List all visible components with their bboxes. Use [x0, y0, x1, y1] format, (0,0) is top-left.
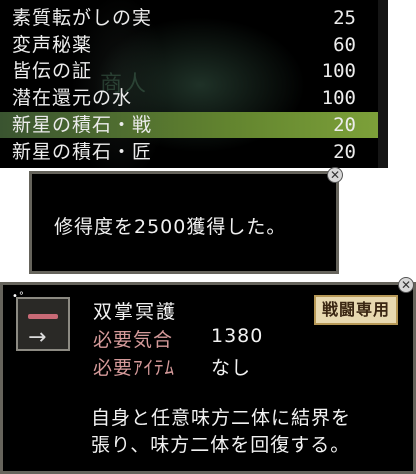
item-quantity: 20 — [333, 114, 356, 136]
item-name: 変声秘薬 — [12, 34, 93, 56]
message-dialog: 修得度を2500獲得した。 — [29, 171, 339, 274]
item-name: 素質転がしの実 — [12, 7, 153, 29]
item-quantity: 100 — [321, 87, 356, 109]
item-quantity: 20 — [333, 141, 356, 163]
requirement-value: なし — [211, 357, 252, 379]
item-list-panel: 商人 素質転がしの実 25 変声秘薬 60 皆伝の証 100 潜在還元の水 10… — [0, 0, 388, 168]
skill-description: 自身と任意味方二体に結界を 張り、味方二体を回復する。 — [91, 405, 411, 459]
message-text: 修得度を2500獲得した。 — [54, 216, 287, 238]
battle-only-badge: 戦闘専用 — [313, 295, 398, 325]
skill-info-panel: •° → 双掌冥護 戦闘専用 必要気合 1380 必要ｱｲﾃﾑ なし 自身と任意… — [0, 282, 416, 474]
item-quantity: 100 — [321, 60, 356, 82]
requirement-label: 必要ｱｲﾃﾑ — [93, 357, 176, 379]
item-quantity: 60 — [333, 34, 356, 56]
skill-name: 双掌冥護 — [93, 301, 178, 323]
icon-bar — [28, 314, 58, 319]
item-name: 潜在還元の水 — [12, 87, 133, 109]
item-name: 皆伝の証 — [12, 60, 93, 82]
close-icon[interactable]: ✕ — [327, 167, 343, 183]
close-icon[interactable]: ✕ — [398, 277, 414, 293]
list-item-selected[interactable]: 新星の積石・戦 20 — [0, 112, 388, 138]
sparkle-icon: •° — [12, 291, 25, 302]
item-name: 新星の積石・匠 — [12, 141, 153, 163]
description-line: 張り、味方二体を回復する。 — [91, 434, 351, 456]
requirement-value: 1380 — [211, 325, 264, 347]
list-scrollbar[interactable] — [378, 0, 388, 168]
list-item[interactable]: 潜在還元の水 100 — [0, 85, 388, 111]
list-item[interactable]: 新星の積石・匠 20 — [0, 139, 388, 165]
item-name: 新星の積石・戦 — [12, 114, 153, 136]
arrow-right-icon: → — [28, 325, 47, 350]
description-line: 自身と任意味方二体に結界を — [91, 407, 352, 429]
list-item[interactable]: 変声秘薬 60 — [0, 32, 388, 58]
list-item[interactable]: 皆伝の証 100 — [0, 58, 388, 84]
requirement-label: 必要気合 — [93, 329, 174, 351]
list-item[interactable]: 素質転がしの実 25 — [0, 5, 388, 31]
shield-arrow-icon: •° → — [12, 291, 70, 351]
item-quantity: 25 — [333, 7, 356, 29]
